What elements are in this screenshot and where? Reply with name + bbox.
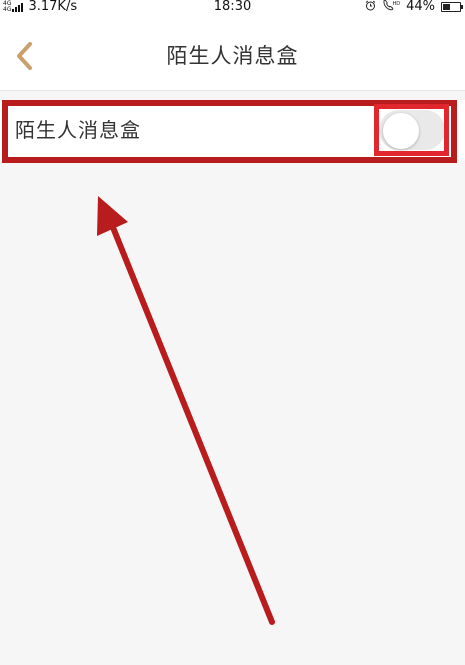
setting-label: 陌生人消息盒 (15, 118, 141, 142)
page-title: 陌生人消息盒 (166, 44, 299, 68)
setting-row-stranger-box: 陌生人消息盒 (0, 100, 465, 160)
status-right: HD 44% (365, 0, 463, 15)
battery-percent: 44% (406, 0, 435, 14)
battery-icon (441, 2, 463, 12)
svg-text:HD: HD (393, 1, 401, 7)
hd-call-icon: HD (382, 0, 400, 15)
alarm-clock-icon (365, 0, 376, 15)
stranger-box-toggle[interactable] (379, 110, 445, 150)
status-bar: 4G 4G 3.17K/s 18:30 HD 44% (0, 0, 465, 22)
toggle-knob (383, 113, 419, 149)
nav-bar: 陌生人消息盒 (0, 22, 465, 91)
